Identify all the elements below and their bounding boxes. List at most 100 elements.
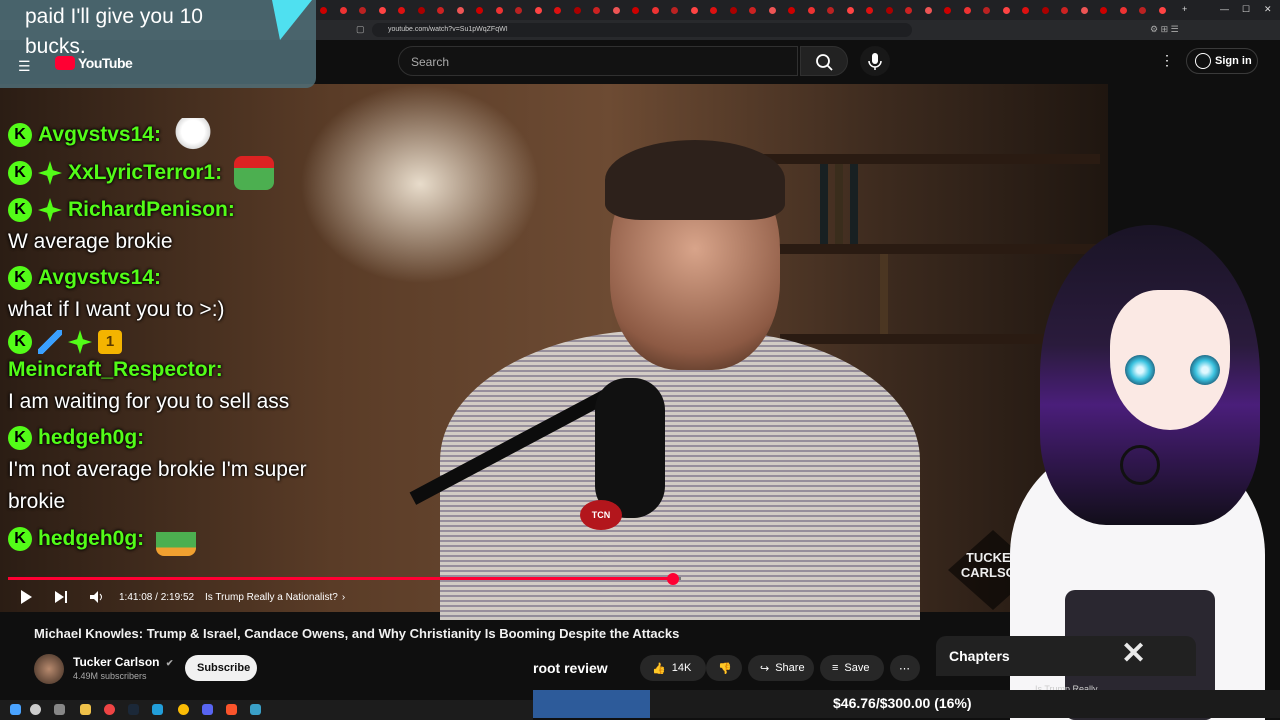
youtube-logo[interactable]: YouTube [55,55,133,71]
voice-search-button[interactable] [860,46,890,76]
kick-badge-icon: K [8,198,32,222]
chat-username[interactable]: hedgeh0g: [38,422,144,454]
save-button[interactable]: ≡ Save [820,655,884,681]
host-hair [605,140,785,220]
vtuber-left-eye [1125,355,1155,385]
tab-favicon-icon [320,6,327,14]
chat-message: K RichardPenison: W average brokie [8,194,328,258]
tab-favicon-icon [983,6,990,14]
subscribe-button[interactable]: Subscribe [185,655,257,681]
window-light [300,84,540,284]
save-label: Save [844,662,870,674]
obs-icon[interactable] [104,704,115,715]
share-icon: ↪ [760,662,770,675]
tab-favicon-icon [788,6,795,14]
more-actions-button[interactable]: ⋯ [890,655,920,681]
menu-icon[interactable]: ☰ [18,58,31,75]
progress-bar-played[interactable] [8,577,673,580]
new-tab-button[interactable]: + [1182,4,1187,14]
chapters-panel[interactable]: Chapters ✕ [936,636,1196,676]
like-button[interactable]: 👍 14K [640,655,706,681]
chat-username[interactable]: Meincraft_Respector: [8,354,223,386]
tab-favicon-icon [944,6,951,14]
telegram-icon[interactable] [152,704,163,715]
search-input[interactable]: Search [398,46,798,76]
volume-button[interactable] [89,586,105,608]
chat-username[interactable]: RichardPenison: [68,194,235,226]
chat-username[interactable]: Avgvstvs14: [38,119,161,151]
channel-avatar[interactable] [34,654,64,684]
tab-favicon-icon [437,6,444,14]
video-title: Michael Knowles: Trump & Israel, Candace… [34,626,680,641]
dislike-button[interactable]: 👎 [706,655,742,681]
kick-badge-icon: K [8,123,32,147]
steam-icon[interactable] [128,704,139,715]
brave-icon[interactable] [226,704,237,715]
kick-badge-icon: K [8,266,32,290]
search-taskbar-icon[interactable] [30,704,41,715]
sign-in-label: Sign in [1215,55,1252,67]
tab-favicon-icon [807,6,815,14]
thumbs-down-icon: 👎 [718,662,732,675]
chat-message: Khedgeh0g: [8,522,328,556]
file-explorer-icon[interactable] [80,704,91,715]
vtuber-app-icon[interactable] [250,704,261,715]
tab-favicon-icon [827,6,834,14]
tab-favicon-icon [593,6,600,14]
play-button[interactable] [18,586,34,608]
search-button[interactable] [800,46,848,76]
more-options-icon[interactable]: ⋮ [1160,52,1174,69]
book [850,164,858,244]
kick-badge-icon: K [8,426,32,450]
tab-favicon-icon [866,6,873,14]
kick-badge-icon: K [8,330,32,354]
extensions-icon[interactable]: ⚙ ⊞ ☰ [1150,24,1179,35]
close-window-button[interactable]: ✕ [1264,4,1272,15]
tab-favicon-icon [729,6,737,14]
minimize-button[interactable]: — [1220,4,1229,14]
tab-favicon-icon [476,6,483,14]
thumbs-up-icon: 👍 [652,662,666,675]
channel-name[interactable]: Tucker Carlson ✔ [73,655,173,669]
tab-favicon-icon [515,6,522,14]
chapter-title[interactable]: Is Trump Really a Nationalist? › [205,586,345,608]
youtube-logo-icon [55,56,75,70]
url-field[interactable]: youtube.com/watch?v=Su1pWqZFqWI [372,23,912,37]
tab-favicon-icon [359,6,366,14]
start-icon[interactable] [10,704,21,715]
book [880,254,888,334]
bookmark-icon[interactable]: ▢ [356,24,365,35]
task-view-icon[interactable] [54,704,65,715]
tab-favicon-icon [1139,6,1146,14]
like-count: 14K [671,662,692,674]
next-button[interactable] [54,586,68,608]
close-chapters-icon[interactable]: ✕ [1121,636,1146,671]
microphone-icon [868,53,882,70]
book [835,164,843,244]
tab-favicon-icon [963,6,971,14]
chat-username[interactable]: hedgeh0g: [38,523,144,555]
chrome-icon[interactable] [178,704,189,715]
time-display: 1:41:08 / 2:19:52 [119,591,195,603]
maximize-button[interactable]: ☐ [1242,4,1250,15]
chat-username[interactable]: XxLyricTerror1: [68,157,222,189]
chat-message: Khedgeh0g: I'm not average brokie I'm sup… [8,422,328,518]
pepe-lying-emote-icon [156,522,197,556]
podcast-microphone [595,378,665,518]
chapter-title-text: Is Trump Really a Nationalist? [205,591,338,603]
tab-favicon-icon [1119,6,1127,14]
windows-taskbar [0,700,533,720]
channel-name-text: Tucker Carlson [73,655,160,669]
share-button[interactable]: ↪ Share [748,655,814,681]
sign-in-button[interactable]: Sign in [1186,48,1258,74]
tab-favicon-icon [671,6,678,14]
tab-favicon-icon [612,6,620,14]
tab-favicon-icon [1061,6,1068,14]
subscriber-count: 4.49M subscribers [73,671,147,681]
bookshelf [760,244,1100,254]
discord-icon[interactable] [202,704,213,715]
tab-favicon-icon [339,6,347,14]
gifter-badge-icon [38,161,62,185]
chat-username[interactable]: Avgvstvs14: [38,262,161,294]
scrubber-handle[interactable] [667,573,679,585]
